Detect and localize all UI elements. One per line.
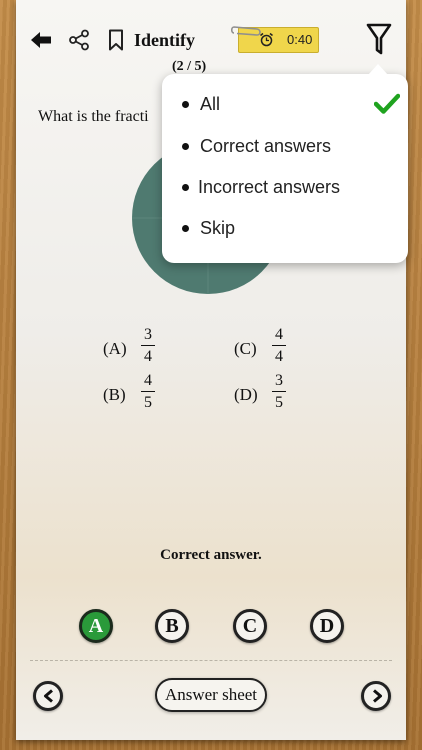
bullet-icon — [182, 143, 189, 150]
bullet-icon — [182, 101, 189, 108]
filter-item-label: Skip — [200, 218, 236, 238]
prev-icon — [42, 689, 56, 708]
option-fraction: 4 4 — [272, 325, 286, 366]
back-arrow-icon[interactable] — [30, 31, 52, 54]
option-fraction: 3 5 — [272, 371, 286, 412]
filter-item-skip[interactable]: Skip — [162, 211, 408, 249]
numerator: 4 — [144, 372, 152, 389]
option-fraction: 3 4 — [141, 325, 155, 366]
numerator: 3 — [275, 372, 283, 389]
filter-item-label: Incorrect answers — [198, 177, 341, 197]
prev-button[interactable] — [33, 681, 63, 711]
numerator: 3 — [144, 326, 152, 343]
page-title: Identify — [134, 30, 196, 50]
choice-c-button[interactable]: C — [233, 609, 267, 643]
question-counter: (2 / 5) — [172, 59, 207, 74]
fraction-bar — [272, 345, 286, 346]
denominator: 5 — [275, 394, 283, 411]
filter-menu: All Correct answers Incorrect answers Sk… — [162, 64, 408, 263]
fraction-bar — [141, 391, 155, 392]
timer-value: 0:40 — [287, 32, 313, 47]
bullet-icon — [182, 184, 189, 191]
bullet-icon — [182, 225, 189, 232]
feedback-text: Correct answer. — [160, 547, 262, 563]
next-icon — [370, 689, 384, 708]
filter-item-all[interactable]: All — [162, 87, 408, 125]
choice-d-button[interactable]: D — [310, 609, 344, 643]
filter-item-label: Correct answers — [200, 136, 332, 156]
next-button[interactable] — [361, 681, 391, 711]
option-letter: (D) — [234, 385, 258, 404]
share-icon[interactable] — [68, 29, 90, 56]
denominator: 4 — [144, 348, 152, 365]
option-letter: (B) — [103, 385, 126, 404]
option-letter: (C) — [234, 339, 257, 358]
bookmark-icon[interactable] — [108, 29, 124, 56]
question-text: What is the fracti — [38, 108, 149, 125]
answer-sheet-button[interactable]: Answer sheet — [155, 678, 267, 712]
choice-b-button[interactable]: B — [155, 609, 189, 643]
numerator: 4 — [275, 326, 283, 343]
filter-item-correct-answers[interactable]: Correct answers — [162, 129, 408, 167]
fraction-bar — [141, 345, 155, 346]
filter-item-incorrect-answers[interactable]: Incorrect answers — [162, 170, 408, 208]
denominator: 4 — [275, 348, 283, 365]
alarm-clock-icon — [259, 32, 274, 50]
option-letter: (A) — [103, 339, 127, 358]
timer-badge: 0:40 — [230, 26, 319, 53]
footer-divider — [30, 660, 392, 661]
denominator: 5 — [144, 394, 152, 411]
checkmark-icon — [373, 93, 401, 120]
choice-a-button[interactable]: A — [79, 609, 113, 643]
filter-item-label: All — [200, 94, 221, 114]
fraction-bar — [272, 391, 286, 392]
filter-icon[interactable] — [366, 22, 392, 61]
option-fraction: 4 5 — [141, 371, 155, 412]
